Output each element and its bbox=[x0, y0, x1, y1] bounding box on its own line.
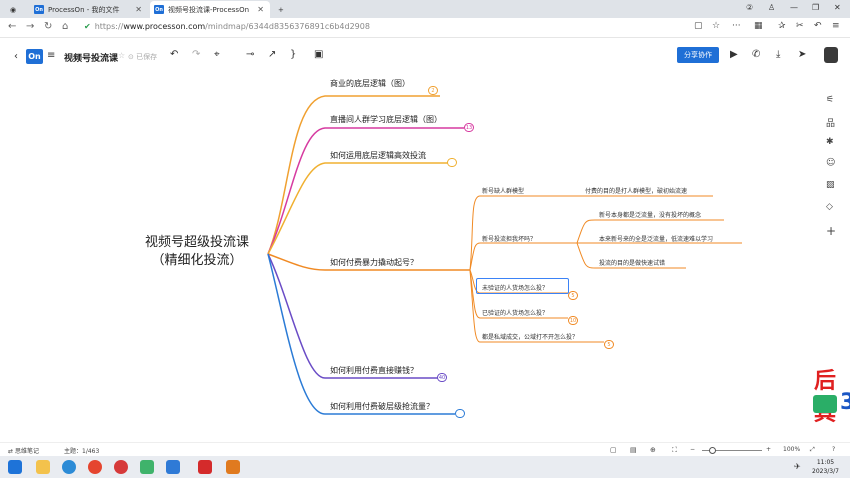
connector-直播间 bbox=[267, 127, 464, 255]
root-line-1: 视频号超级投流课 bbox=[144, 235, 249, 250]
topic-直接赚钱[interactable]: 如何利用付费直接赚钱？ bbox=[330, 365, 418, 376]
network-icon[interactable]: ✈ bbox=[794, 462, 801, 471]
zoom-slider-handle[interactable] bbox=[709, 447, 716, 454]
browser-icon[interactable] bbox=[114, 460, 128, 474]
subtopic-未验证人货场[interactable]: 未验证的人货场怎么投？ bbox=[482, 283, 548, 292]
subtopic-私域成交[interactable]: 都是私域成交，公域打不开怎么投？ bbox=[482, 332, 578, 341]
wechat-icon bbox=[813, 395, 837, 413]
topic-count-badge[interactable]: 40 bbox=[437, 373, 447, 382]
status-bar: ⇄ 思维笔记 主题：1/463 ▢ ▤ ⊕ ⛶ − + 100% ⤢ ? bbox=[0, 442, 850, 456]
image-icon[interactable]: ▨ bbox=[826, 180, 835, 190]
help-icon[interactable]: ? bbox=[832, 446, 835, 453]
topic-运用底层逻辑[interactable]: 如何运用底层逻辑高效投流 bbox=[330, 150, 426, 161]
topic-商业底层逻辑[interactable]: 商业的底层逻辑（图） bbox=[330, 78, 410, 89]
windows-taskbar: ✈ 11:05 2023/3/7 bbox=[0, 456, 850, 478]
windows-start-icon[interactable] bbox=[8, 460, 22, 474]
zoom-out-icon[interactable]: − bbox=[690, 446, 695, 453]
connector-破层级 bbox=[267, 253, 455, 415]
fullscreen-icon[interactable]: ⛶ bbox=[672, 446, 677, 455]
subtopic-新号投流担心[interactable]: 新号投流担我坏吗？ bbox=[482, 234, 536, 243]
topic-count-badge[interactable]: 13 bbox=[464, 123, 474, 132]
locate-icon[interactable]: ⊕ bbox=[650, 446, 656, 454]
subtopic-已验证人货场[interactable]: 已验证的人货场怎么投？ bbox=[482, 308, 548, 317]
zoom-level: 100% bbox=[783, 446, 801, 453]
video-player-icon[interactable] bbox=[226, 460, 240, 474]
topic-counter: 主题：1/463 bbox=[64, 446, 99, 455]
connector-sub-1 bbox=[469, 195, 577, 271]
wechat-app-icon[interactable] bbox=[140, 460, 154, 474]
leaf-topic[interactable]: 本来新号来的全是泛流量，低流速难以学习 bbox=[599, 234, 713, 243]
wps-icon[interactable] bbox=[198, 460, 212, 474]
chat-app-icon[interactable] bbox=[166, 460, 180, 474]
topic-暴力撬动起号[interactable]: 如何付费暴力撬动起号？ bbox=[330, 257, 418, 268]
chrome-browser-icon[interactable] bbox=[88, 460, 102, 474]
topic-count-badge[interactable]: 5 bbox=[604, 340, 614, 349]
file-explorer-icon[interactable] bbox=[36, 460, 50, 474]
zoom-in-icon[interactable]: + bbox=[766, 446, 771, 453]
plus-icon[interactable]: + bbox=[826, 224, 836, 238]
clock-time: 11:05 bbox=[816, 459, 835, 466]
topic-直播间人群[interactable]: 直播间人群学习底层逻辑（图） bbox=[330, 114, 442, 125]
topic-count: 1/463 bbox=[82, 448, 100, 455]
clock-date: 2023/3/7 bbox=[812, 468, 839, 475]
leaf-topic[interactable]: 付费的目的是打人群模型，破初始流速 bbox=[585, 186, 687, 195]
topic-count-badge[interactable]: 5 bbox=[568, 291, 578, 300]
sliders-icon[interactable]: ⚟ bbox=[826, 95, 834, 105]
collapse-badge[interactable] bbox=[447, 158, 457, 167]
topic-count-badge[interactable]: 10 bbox=[568, 316, 578, 325]
system-clock[interactable]: 11:05 2023/3/7 bbox=[812, 458, 839, 476]
label-icon[interactable]: ◇ bbox=[826, 202, 833, 212]
leaf-topic[interactable]: 投流的目的是做快速试错 bbox=[599, 258, 665, 267]
topic-label: 主题： bbox=[64, 448, 83, 455]
mindmap-root-topic[interactable]: 视频号超级投流课 （精细化投流） bbox=[122, 234, 272, 270]
smile-icon[interactable]: ☺ bbox=[826, 158, 835, 168]
expand-icon[interactable]: ⤢ bbox=[810, 446, 815, 454]
sitemap-icon[interactable]: 品 bbox=[826, 116, 835, 129]
tag-icon[interactable]: ✱ bbox=[826, 137, 834, 147]
mindmap-canvas bbox=[267, 95, 742, 415]
fit-icon[interactable]: ▢ bbox=[610, 446, 617, 454]
topic-破层级抢流量[interactable]: 如何利用付费破层级抢流量？ bbox=[330, 401, 434, 412]
outline-icon[interactable]: ▤ bbox=[630, 446, 637, 454]
leaf-topic[interactable]: 新号本身都是泛流量，没有投坏的概念 bbox=[599, 210, 701, 219]
mode-label: 思维笔记 bbox=[14, 448, 39, 455]
collapse-badge[interactable] bbox=[455, 409, 465, 418]
subtopic-新号缺人群模型[interactable]: 新号缺人群模型 bbox=[482, 186, 524, 195]
overlay-number: 3 bbox=[840, 390, 850, 415]
connector-sub-2 bbox=[469, 242, 577, 271]
topic-count-badge[interactable]: 2 bbox=[428, 86, 438, 95]
mind-notes-toggle[interactable]: ⇄ 思维笔记 bbox=[8, 446, 39, 455]
root-line-2: （精细化投流） bbox=[151, 253, 243, 268]
edge-browser-icon[interactable] bbox=[62, 460, 76, 474]
